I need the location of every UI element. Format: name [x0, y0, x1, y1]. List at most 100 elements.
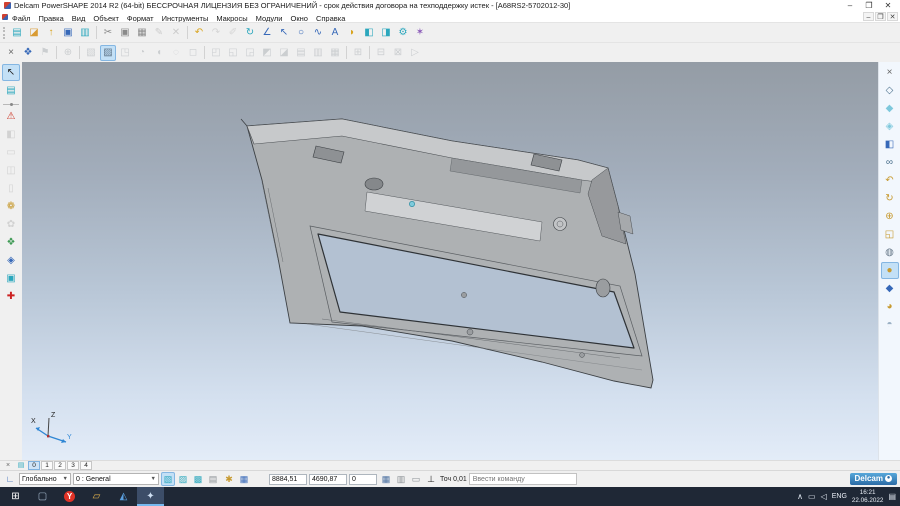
zoom-box-icon[interactable]: ◱ — [881, 226, 899, 243]
coord-y-field[interactable]: 4690,87 — [309, 474, 347, 485]
surface-join-icon[interactable]: ▭ — [2, 144, 20, 161]
solid-revolve-icon[interactable]: ◔ — [134, 45, 150, 61]
solid-trim-icon[interactable]: ◪ — [276, 45, 292, 61]
workplane-books-icon[interactable]: ▤ — [2, 82, 20, 99]
workplane-select[interactable]: Глобально ▼ — [19, 473, 71, 485]
view-iso2-icon[interactable]: ◆ — [881, 100, 899, 117]
cad-model-truck-panel[interactable] — [22, 62, 878, 460]
solid-offset-icon[interactable]: ▥ — [310, 45, 326, 61]
new-model-icon[interactable]: ▤ — [9, 25, 25, 41]
delete-icon[interactable]: ✕ — [168, 25, 184, 41]
find-duplicates-icon[interactable]: ◈ — [2, 252, 20, 269]
tray-notifications-icon[interactable]: ▤ — [888, 492, 896, 501]
assembly-icon[interactable]: ⚙ — [395, 25, 411, 41]
minimize-button[interactable]: – — [842, 0, 858, 11]
feature-icon[interactable]: ◨ — [378, 25, 394, 41]
view-orient-icon[interactable]: ∞ — [881, 154, 899, 171]
child-close-button[interactable]: ✕ — [887, 12, 898, 21]
tray-volume-muted-icon[interactable]: ◁ — [821, 492, 827, 501]
globe-wire-icon[interactable]: ◍ — [881, 244, 899, 261]
child-restore-button[interactable]: ❐ — [875, 12, 886, 21]
level-tab-2[interactable]: 2 — [54, 461, 66, 470]
undo-icon[interactable]: ↶ — [191, 25, 207, 41]
snap-wand-icon[interactable]: ✱ — [222, 472, 236, 486]
line-icon[interactable]: ∠ — [259, 25, 275, 41]
tray-chevron-up-icon[interactable]: ∧ — [797, 492, 803, 501]
import-icon[interactable]: ↑ — [43, 25, 59, 41]
rotate-select-icon[interactable]: ↻ — [242, 25, 258, 41]
pick-tool-icon[interactable]: ❁ — [2, 198, 20, 215]
calc-small-icon[interactable]: ▥ — [394, 472, 408, 486]
taskbar-app-pc[interactable]: ▢ — [29, 487, 56, 506]
surface-stitch-icon[interactable]: ▯ — [2, 180, 20, 197]
flag-icon[interactable]: ⚑ — [37, 45, 53, 61]
workplane-multi-icon[interactable]: ▩ — [191, 472, 205, 486]
feature-play-icon[interactable]: ▷ — [407, 45, 423, 61]
solid-intersect-icon[interactable]: ◲ — [242, 45, 258, 61]
wireframe-doctor-icon[interactable]: ⚠ — [2, 108, 20, 125]
model-doctor-icon[interactable]: ✚ — [2, 288, 20, 305]
open-model-icon[interactable]: ◪ — [26, 25, 42, 41]
taskbar-app-yandex[interactable]: Y — [56, 487, 83, 506]
surface-repair-icon[interactable]: ✿ — [2, 216, 20, 233]
wizard-icon[interactable]: ✶ — [412, 25, 428, 41]
zoom-fit-icon[interactable]: ⊕ — [881, 208, 899, 225]
add-feature-icon[interactable]: ⊕ — [60, 45, 76, 61]
feature-convert-icon[interactable]: ⊠ — [390, 45, 406, 61]
solid-cut-icon[interactable]: ◳ — [117, 45, 133, 61]
solid-block-icon[interactable]: ◻ — [185, 45, 201, 61]
solid-sweep-icon[interactable]: ◖ — [151, 45, 167, 61]
tolerance-value[interactable]: 0,01 — [453, 476, 467, 483]
close-toolbar-icon[interactable]: × — [3, 45, 19, 61]
paste-icon[interactable]: ▦ — [134, 25, 150, 41]
solid-stitch-icon[interactable]: ▤ — [293, 45, 309, 61]
cut-icon[interactable]: ✂ — [100, 25, 116, 41]
surface-trim-icon[interactable]: ◫ — [2, 162, 20, 179]
curve-icon[interactable]: ∿ — [310, 25, 326, 41]
solid-subtract-icon[interactable]: ◱ — [225, 45, 241, 61]
command-input[interactable] — [469, 473, 577, 485]
tray-monitor-icon[interactable]: ▭ — [808, 492, 816, 501]
coord-x-field[interactable]: 8884,51 — [269, 474, 307, 485]
keyboard-icon[interactable]: ▭ — [409, 472, 423, 486]
levels-icon[interactable]: ▤ — [15, 461, 27, 470]
taskbar-app-powershape[interactable]: ✦ — [137, 487, 164, 506]
workplane-axis-icon[interactable]: ∟ — [3, 472, 17, 486]
solid-union-icon[interactable]: ◰ — [208, 45, 224, 61]
calculator-icon[interactable]: ▦ — [379, 472, 393, 486]
dynamic-section-icon[interactable]: ◆ — [881, 280, 899, 297]
save-icon[interactable]: ▣ — [60, 25, 76, 41]
grid-icon[interactable]: ▦ — [237, 472, 251, 486]
zoom-refresh-icon[interactable]: ↻ — [881, 190, 899, 207]
close-levels-icon[interactable]: × — [2, 461, 14, 470]
taskbar-app-explorer[interactable]: ▱ — [83, 487, 110, 506]
close-views-icon[interactable]: × — [881, 64, 899, 81]
taskbar-app-cad[interactable]: ◭ — [110, 487, 137, 506]
shading-options-icon[interactable]: ◕ — [881, 298, 899, 315]
print-icon[interactable]: ▥ — [77, 25, 93, 41]
coord-z-field[interactable]: 0 — [349, 474, 377, 485]
level-tab-0[interactable]: 0 — [28, 461, 40, 470]
level-tab-1[interactable]: 1 — [41, 461, 53, 470]
solid-extrude-icon[interactable]: ▨ — [100, 45, 116, 61]
grid-lock-icon[interactable]: ▧ — [161, 472, 175, 486]
edit-pencil-icon[interactable]: ✐ — [225, 25, 241, 41]
model-fix-icon[interactable]: ❖ — [2, 234, 20, 251]
solid-box-icon[interactable]: ▧ — [83, 45, 99, 61]
level-tab-3[interactable]: 3 — [67, 461, 79, 470]
render-icon[interactable]: ◓ — [881, 316, 899, 333]
workplane-off-icon[interactable]: ▤ — [206, 472, 220, 486]
tray-language[interactable]: ENG — [832, 493, 847, 500]
circle-icon[interactable]: ○ — [293, 25, 309, 41]
workplane-single-icon[interactable]: ▨ — [176, 472, 190, 486]
solid-doctor-icon[interactable]: ▣ — [2, 270, 20, 287]
feature-pair-icon[interactable]: ⊞ — [350, 45, 366, 61]
zoom-undo-icon[interactable]: ↶ — [881, 172, 899, 189]
feature-history-icon[interactable]: ⊟ — [373, 45, 389, 61]
restore-button[interactable]: ❐ — [861, 0, 877, 11]
solid-split-icon[interactable]: ◩ — [259, 45, 275, 61]
select-cursor-icon[interactable]: ↖ — [2, 64, 20, 81]
view-iso1-icon[interactable]: ◇ — [881, 82, 899, 99]
feature-tree-icon[interactable]: ❖ — [20, 45, 36, 61]
child-minimize-button[interactable]: – — [863, 12, 874, 21]
